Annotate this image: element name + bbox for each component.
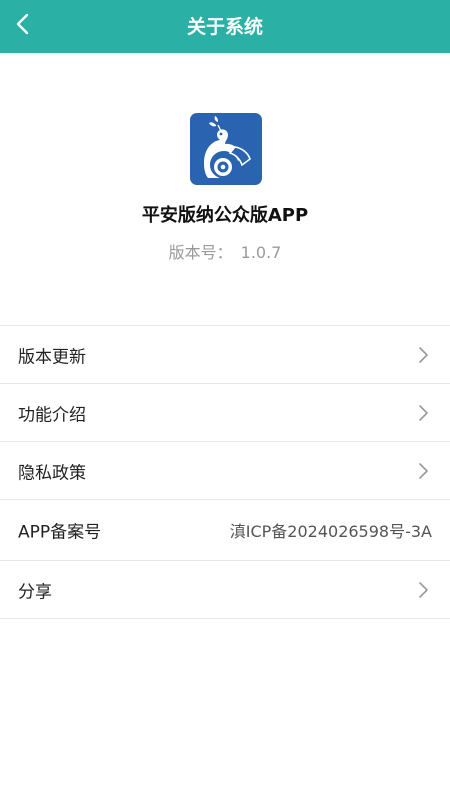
chevron-right-icon [416, 404, 430, 422]
settings-menu: 版本更新 功能介绍 隐私政策 APP备案号 滇ICP备2024026598号-3… [0, 325, 450, 619]
chevron-right-icon [416, 581, 430, 599]
chevron-right-icon [416, 346, 430, 364]
chevron-right-icon [416, 462, 430, 480]
top-navigation-bar: 关于系统 [0, 0, 450, 53]
app-version: 版本号： 1.0.7 [0, 241, 450, 265]
icp-filing-number: 滇ICP备2024026598号-3A [229, 522, 432, 541]
menu-item-label: 版本更新 [18, 347, 86, 367]
menu-item-label: APP备案号 [18, 522, 102, 543]
version-label: 版本号： [168, 243, 233, 262]
version-number: 1.0.7 [240, 243, 282, 262]
menu-item-features[interactable]: 功能介绍 [0, 384, 450, 442]
menu-item-share[interactable]: 分享 [0, 561, 450, 619]
menu-item-label: 分享 [18, 582, 52, 602]
menu-item-version-update[interactable]: 版本更新 [0, 326, 450, 384]
menu-item-icp-filing: APP备案号 滇ICP备2024026598号-3A [0, 500, 450, 561]
app-name: 平安版纳公众版APP [141, 205, 309, 226]
peacock-logo-icon [190, 113, 262, 185]
page-title: 关于系统 [186, 16, 263, 38]
app-logo [190, 113, 262, 185]
menu-item-label: 功能介绍 [18, 405, 86, 425]
menu-item-label: 隐私政策 [18, 463, 86, 483]
menu-item-privacy-policy[interactable]: 隐私政策 [0, 442, 450, 500]
